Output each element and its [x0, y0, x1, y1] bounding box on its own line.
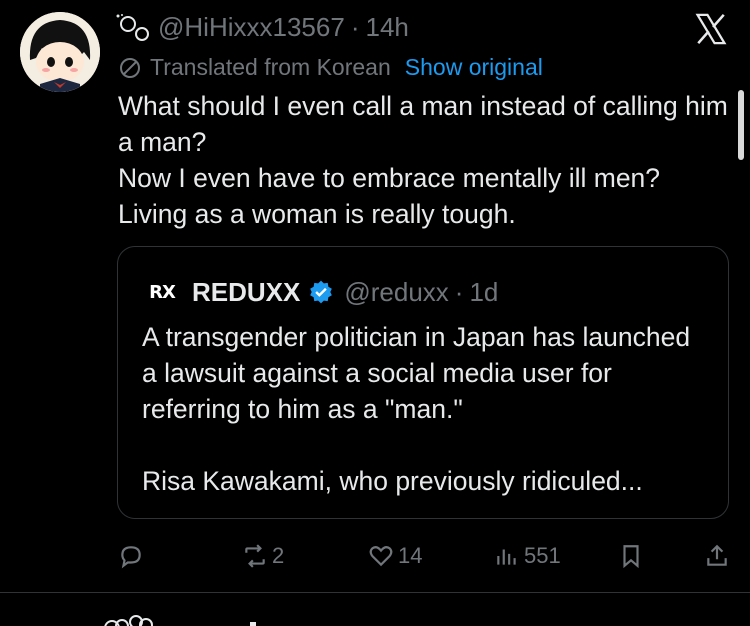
views-icon — [497, 549, 516, 565]
like-button[interactable]: 14 — [368, 536, 422, 576]
quoted-paragraph: A transgender politician in Japan has la… — [142, 322, 691, 424]
separator-dot: · — [350, 11, 360, 42]
quoted-tweet[interactable]: RX REDUXX @reduxx · 1d A transgender polit… — [117, 246, 729, 519]
like-icon — [369, 546, 393, 567]
next-tweet-header-icon — [104, 615, 256, 626]
show-original-link[interactable]: Show original — [405, 54, 543, 81]
avatar[interactable] — [20, 12, 100, 92]
quoted-tweet-text: A transgender politician in Japan has la… — [142, 319, 712, 499]
repost-count: 2 — [272, 543, 285, 568]
share-button[interactable] — [704, 536, 730, 576]
quoted-tweet-header: RX REDUXX @reduxx · 1d — [142, 275, 498, 309]
display-name-icon — [116, 14, 149, 41]
tweet-text-line: Now I even have to embrace mentally ill … — [118, 163, 661, 193]
quoted-display-name[interactable]: REDUXX — [192, 277, 300, 308]
scrollbar[interactable] — [738, 90, 744, 160]
repost-icon — [245, 544, 265, 568]
translate-icon — [120, 57, 140, 78]
share-icon — [707, 544, 727, 566]
translated-label: Translated from Korean — [150, 54, 391, 80]
separator-dot: · — [454, 276, 464, 307]
tweet-header: @HiHixxx13567 · 14h — [112, 10, 409, 44]
views-count: 551 — [524, 543, 561, 568]
reply-icon — [121, 546, 141, 569]
quoted-handle[interactable]: @reduxx — [344, 277, 448, 307]
x-logo-icon[interactable] — [694, 12, 728, 46]
repost-button[interactable]: 2 — [242, 536, 284, 576]
avatar-image — [20, 12, 100, 92]
views-button[interactable]: 551 — [494, 536, 561, 576]
divider — [0, 592, 750, 593]
quoted-paragraph: Risa Kawakami, who previously ridiculed.… — [142, 466, 643, 496]
quoted-timestamp[interactable]: 1d — [469, 277, 498, 307]
tweet-text: What should I even call a man instead of… — [118, 88, 728, 232]
author-handle[interactable]: @HiHixxx13567 — [158, 12, 345, 43]
bookmark-icon — [623, 545, 639, 569]
verified-badge-icon — [310, 280, 333, 304]
tweet-timestamp[interactable]: 14h — [365, 12, 408, 43]
quoted-avatar[interactable]: RX — [142, 275, 182, 309]
reply-button[interactable] — [118, 536, 148, 576]
action-bar: 2 14 551 — [0, 536, 750, 576]
bookmark-button[interactable] — [618, 536, 644, 576]
like-count: 14 — [398, 543, 423, 568]
translation-row: Translated from Korean Show original — [118, 54, 543, 81]
tweet-text-line: What should I even call a man instead of… — [118, 91, 728, 157]
tweet-text-line: Living as a woman is really tough. — [118, 199, 516, 229]
